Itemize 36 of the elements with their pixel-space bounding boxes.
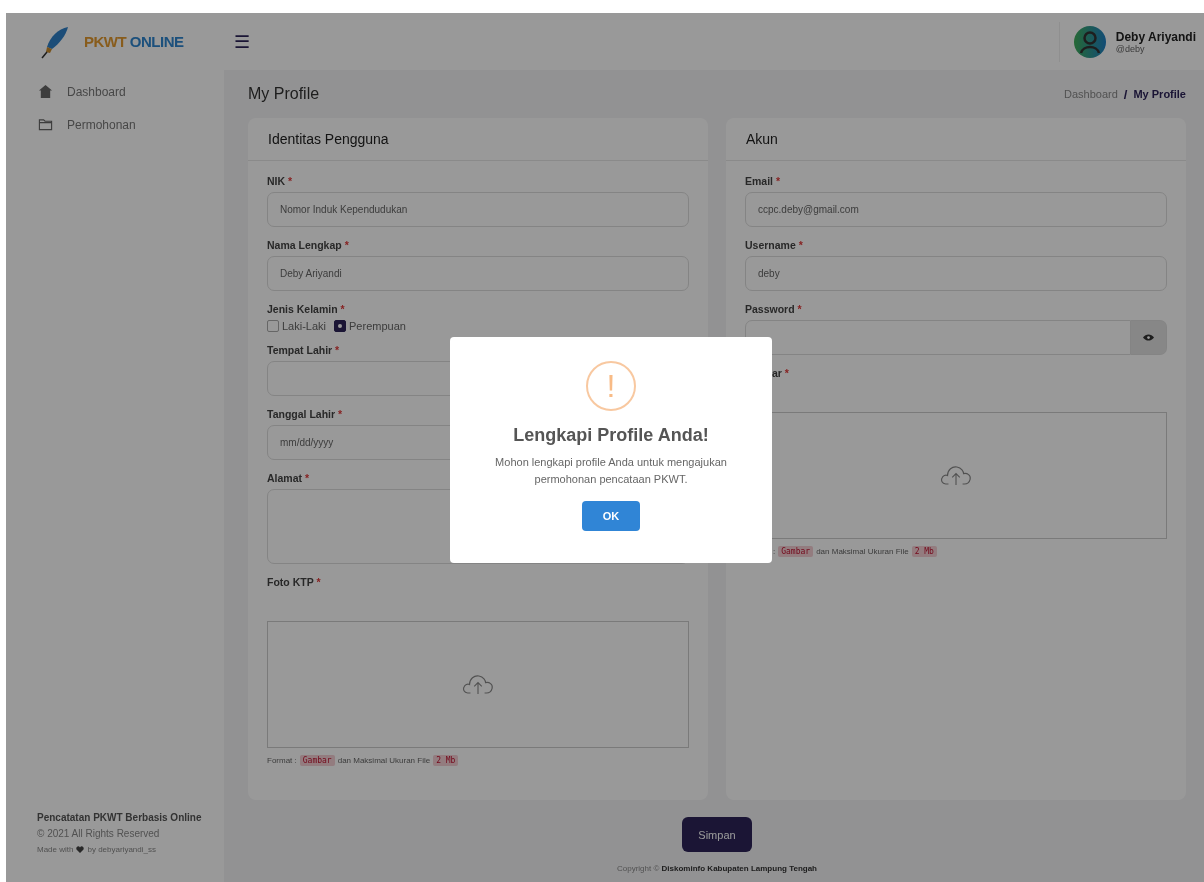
- hint-text: dan Maksimal Ukuran File: [816, 547, 909, 556]
- hint-text: dan Maksimal Ukuran File: [337, 756, 431, 765]
- radio-label: Perempuan: [349, 320, 406, 332]
- field-label: Jenis Kelamin *: [267, 303, 345, 315]
- field-label: Alamat *: [267, 472, 310, 484]
- field-label: NIK *: [267, 175, 293, 187]
- field-label: Email *: [745, 175, 781, 187]
- field-label: Tempat Lahir *: [267, 344, 340, 356]
- footer-credit: Made with: [37, 845, 74, 854]
- page-title: My Profile: [248, 85, 320, 103]
- field-label: Nama Lengkap *: [267, 239, 349, 251]
- field-label: Password *: [745, 303, 802, 315]
- field-label: Tanggal Lahir *: [267, 408, 343, 420]
- warning-icon: !: [586, 361, 636, 411]
- app-logo-text: PKWT ONLINE: [84, 33, 184, 50]
- user-handle: @deby: [1115, 43, 1146, 54]
- card-title: Akun: [726, 118, 1186, 161]
- hint-text: :: [773, 547, 776, 556]
- format-tag: Gambar: [299, 755, 335, 766]
- card-title: Identitas Pengguna: [248, 118, 708, 161]
- breadcrumb-current: My Profile: [1133, 88, 1186, 100]
- field-label: ar *: [771, 367, 789, 379]
- dialog-message: Mohon lengkapi profile Anda untuk mengajukan permohonan pencataan PKWT.: [494, 455, 728, 487]
- footer-copyright: © 2021 All Rights Reserved: [37, 828, 161, 839]
- dialog-title: Lengkapi Profile Anda!: [513, 425, 709, 446]
- field-label: Foto KTP *: [267, 576, 321, 588]
- breadcrumb-separator: /: [1123, 86, 1128, 102]
- hint-text: Format :: [267, 756, 297, 765]
- footer-title: Pencatatan PKWT Berbasis Online: [37, 812, 203, 823]
- field-label: Username *: [745, 239, 803, 251]
- radio-label: Laki-Laki: [282, 320, 327, 332]
- footer-credit: by debyariyandi_ss: [87, 845, 156, 854]
- size-tag: 2 Mb: [433, 755, 459, 766]
- size-tag: 2 Mb: [911, 546, 937, 557]
- user-name: Deby Ariyandi: [1115, 29, 1196, 44]
- format-tag: Gambar: [778, 546, 814, 557]
